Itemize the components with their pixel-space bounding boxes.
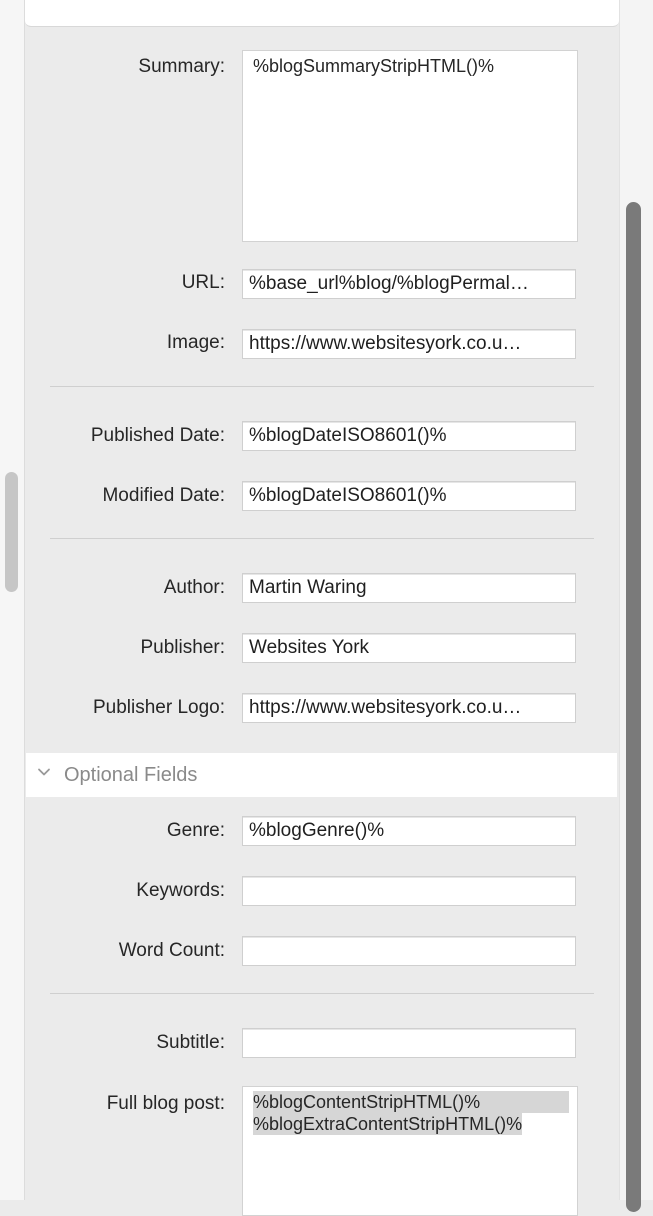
publisher-logo-label: Publisher Logo: [92, 697, 225, 718]
section-divider [50, 386, 594, 387]
word-count-label: Word Count: [118, 940, 225, 961]
image-field[interactable]: https://www.websitesyork.co.u… [242, 329, 576, 359]
section-divider [50, 993, 594, 994]
left-scrollbar-thumb[interactable] [5, 472, 18, 592]
chevron-down-icon[interactable] [36, 764, 52, 780]
section-divider [50, 538, 594, 539]
keywords-label: Keywords: [136, 880, 225, 901]
summary-textarea[interactable]: %blogSummaryStripHTML()% [242, 50, 578, 242]
publisher-label: Publisher: [140, 637, 226, 658]
publisher-field[interactable]: Websites York [242, 633, 576, 663]
left-panel-edge [0, 0, 25, 1200]
published-date-label: Published Date: [90, 425, 225, 446]
scrollbar-thumb[interactable] [626, 202, 641, 1212]
image-label: Image: [166, 332, 225, 353]
url-field[interactable]: %base_url%blog/%blogPermal… [242, 269, 576, 299]
summary-label: Summary: [138, 56, 225, 77]
genre-field[interactable]: %blogGenre()% [242, 816, 576, 846]
modified-date-label: Modified Date: [102, 485, 225, 506]
full-blog-post-line-2: %blogExtraContentStripHTML()% [253, 1113, 523, 1135]
full-blog-post-line-1: %blogContentStripHTML()% [253, 1091, 569, 1113]
keywords-field[interactable] [242, 876, 576, 906]
optional-fields-title: Optional Fields [64, 764, 198, 786]
summary-value: %blogSummaryStripHTML()% [253, 56, 495, 76]
full-blog-post-label: Full blog post: [106, 1093, 225, 1114]
published-date-field[interactable]: %blogDateISO8601()% [242, 421, 576, 451]
top-panel-strip [25, 0, 619, 27]
subtitle-field[interactable] [242, 1028, 576, 1058]
full-blog-post-textarea[interactable]: %blogContentStripHTML()% %blogExtraConte… [242, 1086, 578, 1216]
url-label: URL: [181, 272, 225, 293]
subtitle-label: Subtitle: [156, 1032, 225, 1053]
author-field[interactable]: Martin Waring [242, 573, 576, 603]
word-count-field[interactable] [242, 936, 576, 966]
author-label: Author: [163, 577, 225, 598]
genre-label: Genre: [166, 820, 225, 841]
modified-date-field[interactable]: %blogDateISO8601()% [242, 481, 576, 511]
publisher-logo-field[interactable]: https://www.websitesyork.co.u… [242, 693, 576, 723]
